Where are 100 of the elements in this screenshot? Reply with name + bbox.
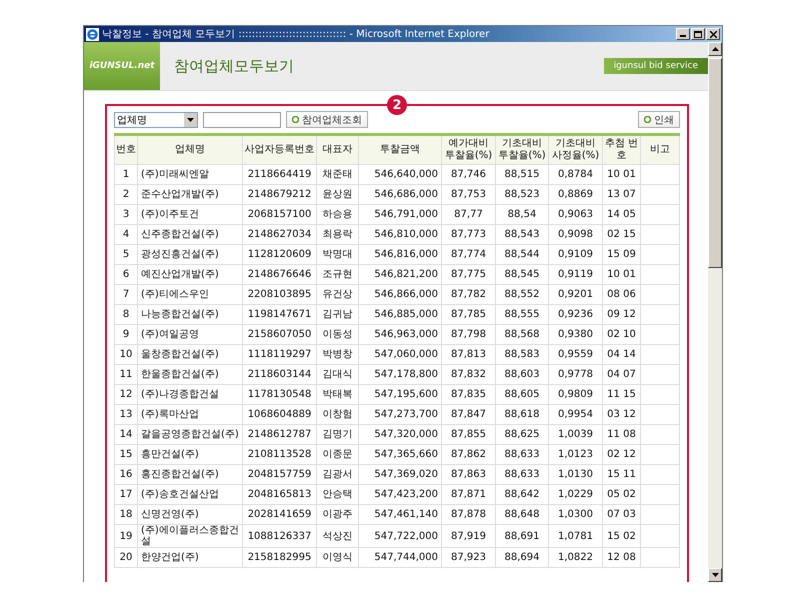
table-cell: (주)미래씨엔알 [138,164,242,184]
table-cell: 547,722,000 [358,524,442,548]
table-cell: 87,77 [442,204,496,224]
table-cell: 547,178,800 [358,364,442,384]
table-cell: 14 05 [602,204,640,224]
table-cell [640,344,680,364]
table-cell: 예진산업개발(주) [138,264,242,284]
table-cell: 87,798 [442,324,496,344]
table-cell: 547,365,660 [358,444,442,464]
table-cell: 1,0781 [548,524,602,548]
table-cell: 88,618 [496,404,548,424]
scrollbar[interactable] [708,42,722,582]
table-cell: 547,320,000 [358,424,442,444]
table-cell: 유건상 [316,284,358,304]
search-field[interactable] [203,112,281,128]
table-cell: 10 01 [602,164,640,184]
table-cell: 이종문 [316,444,358,464]
search-button[interactable]: 참여업체조회 [286,111,368,128]
table-cell: 2118603144 [242,364,316,384]
table-cell: 03 12 [602,404,640,424]
table-cell [640,524,680,548]
table-cell: 김대식 [316,364,358,384]
scroll-down-icon[interactable] [708,568,722,582]
maximize-button[interactable] [691,28,705,40]
table-cell: (주)송호건설산업 [138,484,242,504]
table-cell: 2048165813 [242,484,316,504]
table-cell: 547,423,200 [358,484,442,504]
table-cell: 최용락 [316,224,358,244]
column-header: 기초대비 사정율(%) [548,134,602,164]
table-cell: 1,0123 [548,444,602,464]
table-cell: 2108113528 [242,444,316,464]
table-cell: 2208103895 [242,284,316,304]
table-cell: 0,8869 [548,184,602,204]
table-cell: 1068604889 [242,404,316,424]
table-cell: 88,543 [496,224,548,244]
table-cell: 04 14 [602,344,640,364]
table-cell: 1118119297 [242,344,316,364]
table-cell: 04 07 [602,364,640,384]
minimize-button[interactable] [676,28,690,40]
service-badge: igunsul bid service [604,58,708,74]
table-cell: 87,785 [442,304,496,324]
table-cell: 2148627034 [242,224,316,244]
table-cell: 88,515 [496,164,548,184]
scroll-up-icon[interactable] [708,42,722,56]
table-cell: 김광서 [316,464,358,484]
table-cell: 한울종합건설(주) [138,364,242,384]
table-cell: 18 [114,504,138,524]
table-cell: 채준태 [316,164,358,184]
table-cell: 1,0039 [548,424,602,444]
table-cell: 546,816,000 [358,244,442,264]
table-cell: 0,8784 [548,164,602,184]
table-cell: 2048157759 [242,464,316,484]
dropdown-arrow-icon [187,118,194,122]
column-header: 예가대비 투찰율(%) [442,134,496,164]
table-cell: 15 09 [602,244,640,264]
table-cell: 1088126337 [242,524,316,548]
table-cell: 1,0229 [548,484,602,504]
table-cell: 16 [114,464,138,484]
table-cell: 546,885,000 [358,304,442,324]
table-cell [640,324,680,344]
table-cell [640,504,680,524]
table-cell: (주)록마산업 [138,404,242,424]
close-button[interactable] [706,28,720,40]
table-cell: 0,9109 [548,244,602,264]
table-cell [640,284,680,304]
table-cell: 나능종합건설(주) [138,304,242,324]
table-cell: 87,832 [442,364,496,384]
table-cell: 0,9778 [548,364,602,384]
table-cell: 88,603 [496,364,548,384]
table-cell: 02 15 [602,224,640,244]
table-cell: 15 [114,444,138,464]
table-cell: 1128120609 [242,244,316,264]
column-header: 기초대비 투찰율(%) [496,134,548,164]
table-cell: 박병창 [316,344,358,364]
table-cell: 4 [114,224,138,244]
search-type-select[interactable]: 업체명 [114,112,198,128]
table-cell [640,444,680,464]
table-cell [640,384,680,404]
table-cell [640,164,680,184]
table-cell: 547,369,020 [358,464,442,484]
print-button[interactable]: 인쇄 [638,111,680,128]
table-cell: 88,605 [496,384,548,404]
table-cell: 조규현 [316,264,358,284]
table-cell: 88,544 [496,244,548,264]
table-cell: 안승택 [316,484,358,504]
table-cell: 88,555 [496,304,548,324]
window-title: 낙찰정보 - 참여업체 모두보기 :::::::::::::::::::::::::::::::: - Microsoft Internet Explorer [102,28,490,41]
column-header: 업체명 [138,134,242,164]
table-cell: 11 [114,364,138,384]
table-cell: 0,9098 [548,224,602,244]
table-cell: 0,9201 [548,284,602,304]
table-cell: 08 06 [602,284,640,304]
table-cell: 547,273,700 [358,404,442,424]
column-header: 비고 [640,134,680,164]
table-cell: 15 11 [602,464,640,484]
table-cell: 2028141659 [242,504,316,524]
table-cell: (주)에이플러스종합건설 [138,524,242,548]
table-cell: (주)이주토건 [138,204,242,224]
table-cell: 11 15 [602,384,640,404]
table-cell: 88,694 [496,548,548,568]
